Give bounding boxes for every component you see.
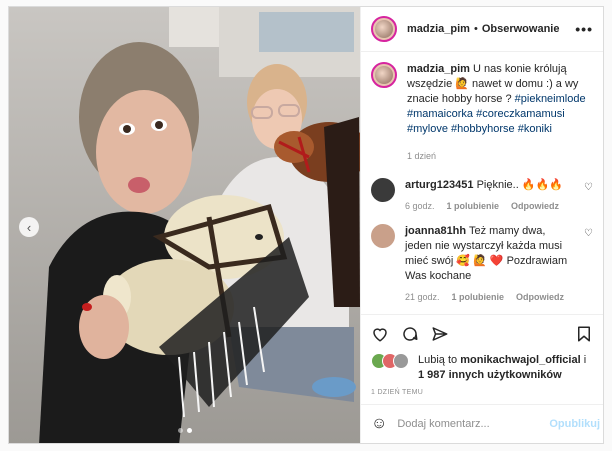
- comment-input[interactable]: [395, 417, 542, 431]
- comment-likes[interactable]: 1 polubienie: [447, 199, 500, 214]
- header-username[interactable]: madzia_pim: [407, 23, 470, 35]
- comment-item: joanna81hh Też mamy dwa, jeden nie wysta…: [371, 224, 593, 305]
- comment-time: 21 godz.: [405, 292, 440, 302]
- liker-avatars: [371, 353, 409, 369]
- likes-others[interactable]: 1 987 innych użytkowników: [418, 369, 562, 381]
- comment-body: arturg123451 Pięknie.. 🔥🔥🔥 6 godz. 1 pol…: [405, 178, 574, 214]
- carousel-dot: [177, 428, 183, 433]
- hashtag[interactable]: #koniki: [518, 123, 552, 135]
- comment-body: joanna81hh Też mamy dwa, jeden nie wysta…: [405, 224, 574, 305]
- action-bar: [361, 314, 603, 353]
- caption-meta: 1 dzień: [407, 149, 593, 164]
- more-icon[interactable]: •••: [575, 21, 593, 37]
- caption-username[interactable]: madzia_pim: [407, 63, 470, 75]
- reply-button[interactable]: Odpowiedz: [511, 199, 559, 214]
- comment-meta: 21 godz. 1 polubienie Odpowiedz: [405, 290, 574, 305]
- reply-button[interactable]: Odpowiedz: [516, 290, 564, 305]
- hashtag[interactable]: #coreczkamamusi: [476, 108, 565, 120]
- avatar[interactable]: [371, 178, 395, 202]
- post-time-ago[interactable]: 1 DZIEŃ TEMU: [361, 383, 603, 404]
- comment-text: Pięknie.. 🔥🔥🔥: [476, 179, 563, 191]
- caption-time: 1 dzień: [407, 151, 437, 161]
- comment-box: ☺ Opublikuj: [361, 404, 603, 443]
- comment-likes[interactable]: 1 polubienie: [452, 290, 505, 305]
- comment-icon[interactable]: [401, 325, 419, 343]
- avatar[interactable]: [371, 224, 395, 248]
- photo-illustration: [9, 7, 360, 443]
- bookmark-icon[interactable]: [575, 325, 593, 343]
- heart-icon[interactable]: ♡: [584, 228, 593, 305]
- likes-text: Lubią to monikachwajol_official i 1 987 …: [418, 353, 593, 383]
- caption: madzia_pim U nas konie królują wszędzie …: [371, 62, 593, 164]
- post-header: madzia_pim • Obserwowanie •••: [361, 7, 603, 52]
- comment-username[interactable]: joanna81hh: [405, 225, 466, 237]
- post-card: ‹ madzia_pim • Obserwowanie ••• madzia_p…: [8, 6, 604, 444]
- avatar[interactable]: [371, 62, 397, 88]
- heart-icon[interactable]: ♡: [584, 182, 593, 214]
- comment-time: 6 godz.: [405, 201, 435, 211]
- caption-body: madzia_pim U nas konie królują wszędzie …: [407, 62, 593, 164]
- likes-summary: Lubią to monikachwajol_official i 1 987 …: [361, 353, 603, 383]
- likes-joiner: i: [583, 354, 587, 366]
- avatar: [393, 353, 409, 369]
- emoji-icon[interactable]: ☺: [371, 415, 387, 433]
- hashtag[interactable]: #hobbyhorse: [451, 123, 515, 135]
- share-icon[interactable]: [431, 325, 449, 343]
- publish-button[interactable]: Opublikuj: [549, 418, 600, 430]
- hashtag[interactable]: #mamaicorka: [407, 108, 473, 120]
- hashtag[interactable]: #mylove: [407, 123, 448, 135]
- carousel-dots: [177, 428, 192, 433]
- separator-dot: •: [473, 23, 478, 35]
- likes-prefix: Lubią to: [418, 354, 458, 366]
- carousel-dot-active: [186, 428, 192, 433]
- avatar[interactable]: [371, 16, 397, 42]
- comment-item: arturg123451 Pięknie.. 🔥🔥🔥 6 godz. 1 pol…: [371, 178, 593, 214]
- hashtag[interactable]: #piekneimlode: [515, 93, 586, 105]
- comment-meta: 6 godz. 1 polubienie Odpowiedz: [405, 199, 574, 214]
- liker-username[interactable]: monikachwajol_official: [460, 354, 580, 366]
- chevron-left-icon[interactable]: ‹: [19, 217, 39, 237]
- follow-button[interactable]: Obserwowanie: [482, 23, 560, 35]
- post-photo[interactable]: ‹: [9, 7, 360, 443]
- heart-icon[interactable]: [371, 325, 389, 343]
- post-sidebar: madzia_pim • Obserwowanie ••• madzia_pim…: [360, 7, 603, 443]
- comment-username[interactable]: arturg123451: [405, 179, 474, 191]
- comments-area[interactable]: madzia_pim U nas konie królują wszędzie …: [361, 52, 603, 314]
